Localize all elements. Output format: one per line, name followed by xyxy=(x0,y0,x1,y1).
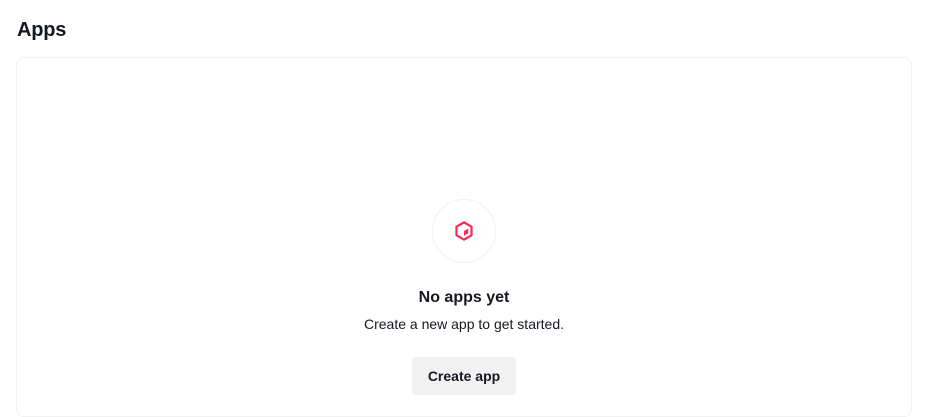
empty-state-title: No apps yet xyxy=(418,289,510,306)
page-title: Apps xyxy=(17,19,67,41)
icon-badge xyxy=(432,199,496,263)
cube-icon xyxy=(455,221,473,241)
apps-card: No apps yet Create a new app to get star… xyxy=(16,57,912,417)
empty-state: No apps yet Create a new app to get star… xyxy=(17,199,911,395)
empty-state-description: Create a new app to get started. xyxy=(363,316,564,332)
create-app-button[interactable]: Create app xyxy=(411,357,517,395)
